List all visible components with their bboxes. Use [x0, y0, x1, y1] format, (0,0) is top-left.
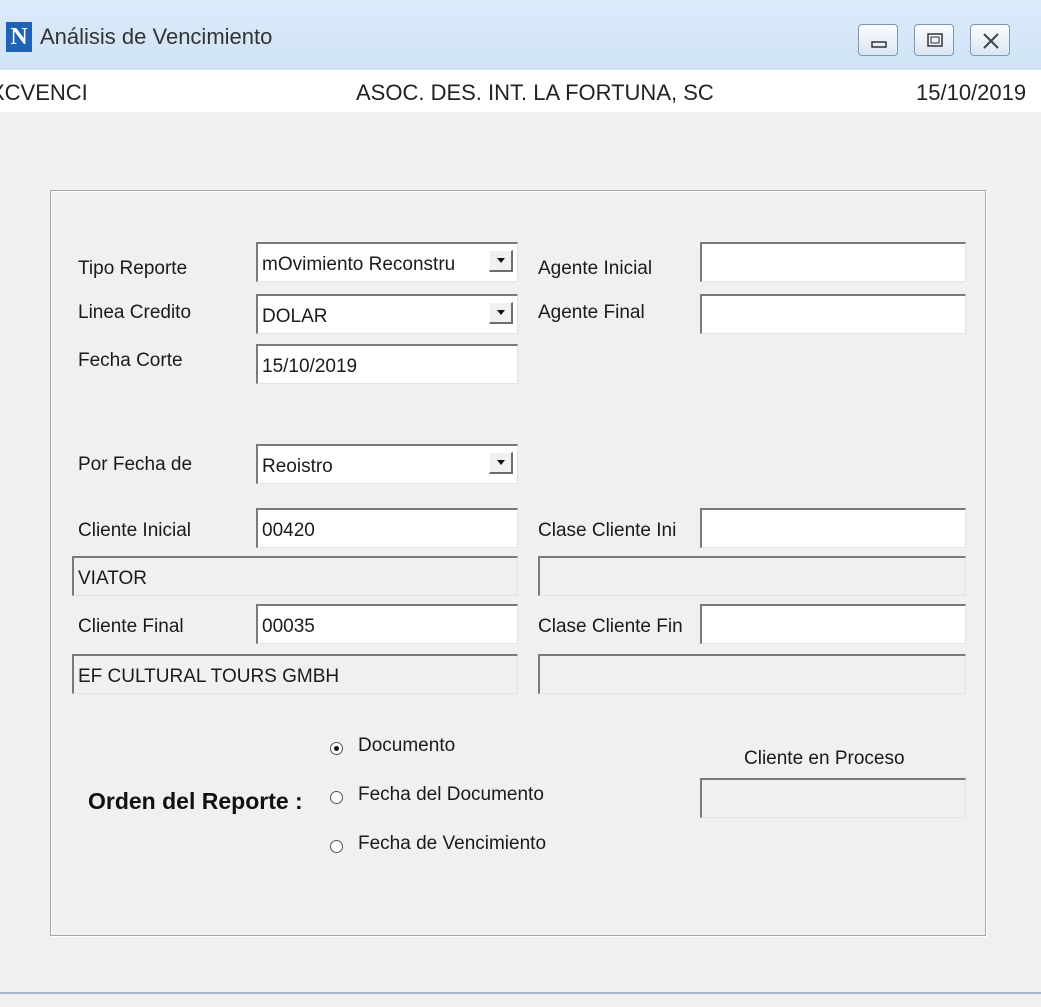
radio-documento-label[interactable]: Documento	[358, 735, 455, 757]
tipo-reporte-label: Tipo Reporte	[78, 258, 188, 279]
clase-cliente-fin-input[interactable]	[700, 604, 966, 644]
radio-fecha-documento-label[interactable]: Fecha del Documento	[358, 784, 544, 806]
close-icon	[983, 33, 999, 49]
cliente-en-proceso-field	[700, 778, 966, 818]
cliente-final-input[interactable]: 00035	[256, 604, 518, 644]
program-code: XCVENCI	[0, 80, 88, 105]
clase-cliente-ini-desc	[538, 556, 966, 596]
linea-credito-combo[interactable]: DOLAR	[256, 294, 518, 334]
minimize-icon	[871, 41, 887, 48]
fecha-corte-label: Fecha Corte	[78, 350, 183, 371]
title-bar: N Análisis de Vencimiento	[0, 0, 1041, 70]
tipo-reporte-value: mOvimiento Reconstru	[262, 254, 456, 275]
chevron-down-icon[interactable]	[489, 302, 513, 324]
cliente-inicial-name: VIATOR	[72, 556, 518, 596]
orden-del-reporte-label: Orden del Reporte :	[88, 788, 303, 814]
cliente-final-label: Cliente Final	[78, 616, 184, 637]
clase-cliente-ini-label: Clase Cliente Ini	[538, 520, 677, 541]
radio-fecha-vencimiento-label[interactable]: Fecha de Vencimiento	[358, 833, 546, 855]
linea-credito-label: Linea Credito	[78, 302, 192, 323]
chevron-down-icon[interactable]	[489, 250, 513, 272]
radio-fecha-vencimiento[interactable]	[330, 840, 343, 853]
window-bottom-border	[0, 992, 1041, 994]
clase-cliente-fin-label: Clase Cliente Fin	[538, 616, 683, 637]
agente-inicial-input[interactable]	[700, 242, 966, 282]
agente-inicial-label: Agente Inicial	[538, 258, 653, 279]
radio-fecha-documento[interactable]	[330, 791, 343, 804]
cliente-final-name: EF CULTURAL TOURS GMBH	[72, 654, 518, 694]
company-name: ASOC. DES. INT. LA FORTUNA, SC	[356, 80, 714, 105]
radio-documento[interactable]	[330, 742, 343, 755]
window-title: Análisis de Vencimiento	[40, 24, 273, 49]
clase-cliente-ini-input[interactable]	[700, 508, 966, 548]
cliente-en-proceso-label: Cliente en Proceso	[744, 748, 905, 769]
close-button[interactable]	[970, 24, 1010, 56]
tipo-reporte-combo[interactable]: mOvimiento Reconstru	[256, 242, 518, 282]
clase-cliente-fin-desc	[538, 654, 966, 694]
app-icon: N	[6, 22, 32, 52]
linea-credito-value: DOLAR	[262, 306, 328, 327]
agente-final-input[interactable]	[700, 294, 966, 334]
agente-final-label: Agente Final	[538, 302, 645, 323]
maximize-icon	[927, 33, 943, 47]
por-fecha-de-label: Por Fecha de	[78, 454, 193, 475]
minimize-button[interactable]	[858, 24, 898, 56]
cliente-inicial-label: Cliente Inicial	[78, 520, 191, 541]
fecha-corte-input[interactable]: 15/10/2019	[256, 344, 518, 384]
por-fecha-de-combo[interactable]: Reoistro	[256, 444, 518, 484]
maximize-button[interactable]	[914, 24, 954, 56]
cliente-inicial-input[interactable]: 00420	[256, 508, 518, 548]
current-date: 15/10/2019	[916, 80, 1027, 105]
chevron-down-icon[interactable]	[489, 452, 513, 474]
por-fecha-de-value: Reoistro	[262, 456, 333, 477]
